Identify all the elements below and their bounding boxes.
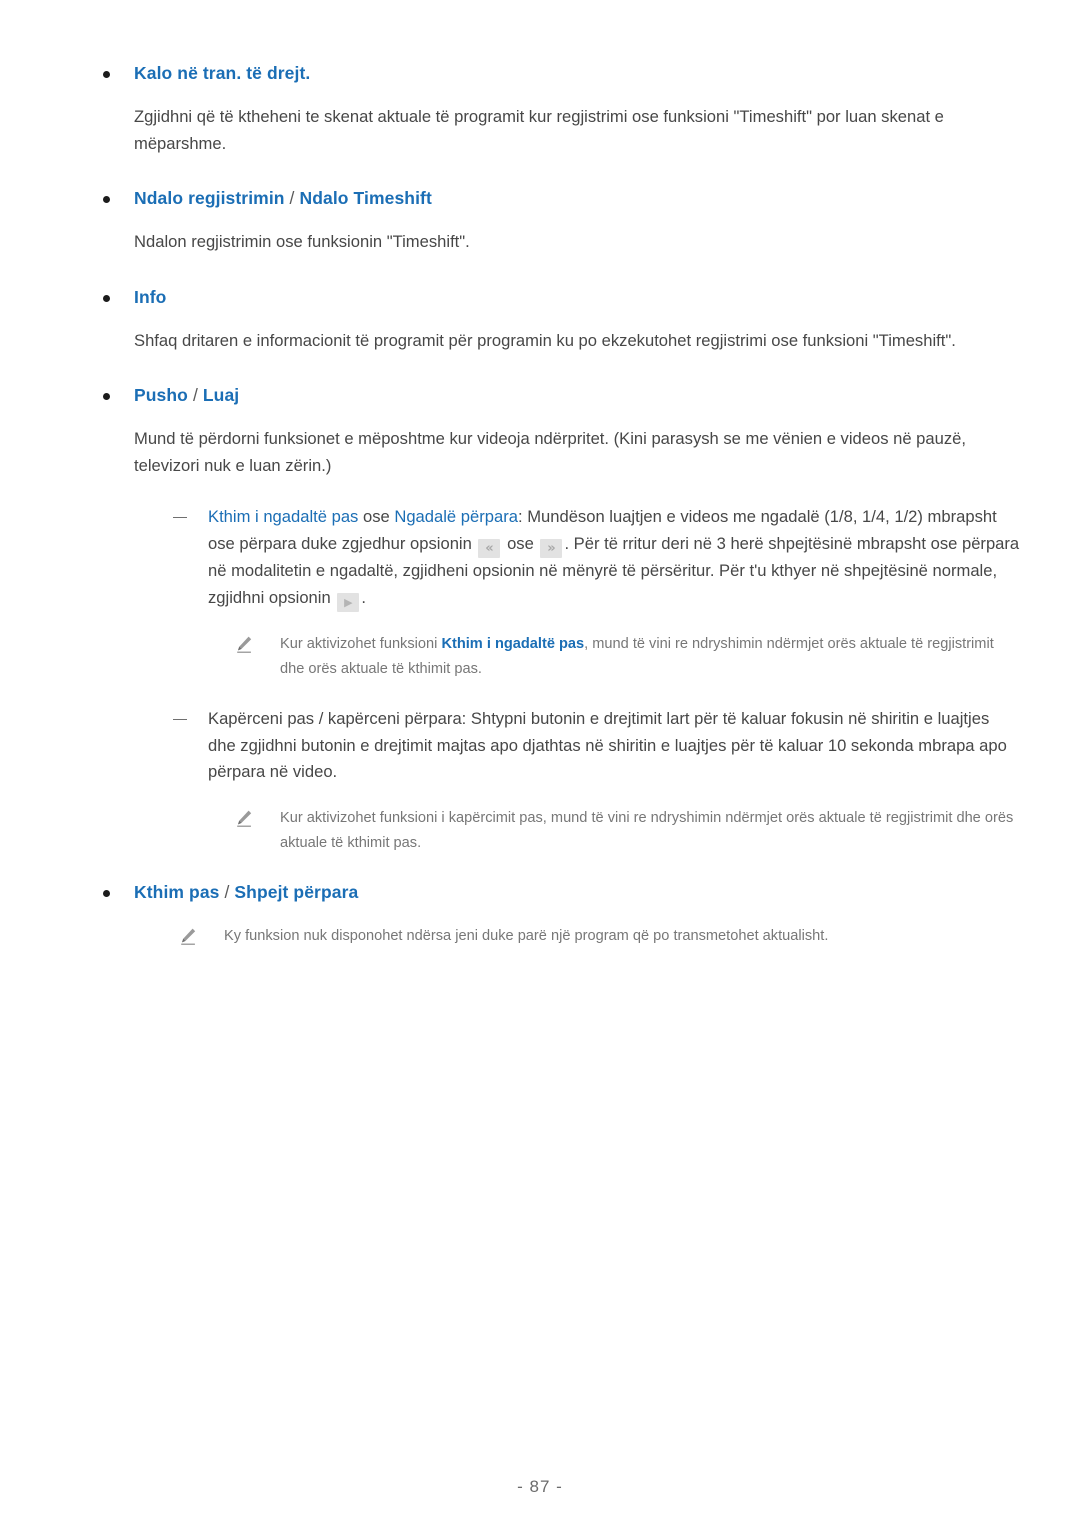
note-slow-motion: Kur aktivizohet funksioni Kthim i ngadal… bbox=[226, 632, 1020, 682]
heading-label-b: Luaj bbox=[202, 385, 240, 406]
note-skip: Kur aktivizohet funksioni i kapërcimit p… bbox=[226, 806, 1020, 856]
bullet-heading-ndalo: Ndalo regjistrimin / Ndalo Timeshift bbox=[96, 187, 1020, 211]
paragraph-kalo: Zgjidhni që të ktheheni te skenat aktual… bbox=[134, 106, 944, 153]
play-icon: ▶ bbox=[337, 592, 360, 612]
pencil-icon bbox=[234, 808, 254, 828]
bullet-heading-pusho-luaj: Pusho / Luaj bbox=[96, 384, 1020, 408]
paragraph-ndalo: Ndalon regjistrimin ose funksionin "Time… bbox=[134, 232, 470, 251]
heading-label-a: Kthim pas bbox=[134, 881, 220, 902]
heading-label-b: Shpejt përpara bbox=[234, 881, 359, 902]
heading-label-a: Ndalo regjistrimin bbox=[134, 188, 285, 209]
sub-text-4: . bbox=[361, 587, 366, 607]
term-ngadale-perpara: Ngadalë përpara bbox=[394, 506, 518, 526]
document-page: Kalo në tran. të drejt. Zgjidhni që të k… bbox=[0, 0, 1080, 1527]
bullet-heading-kalo: Kalo në tran. të drejt. bbox=[96, 62, 1020, 86]
pencil-icon bbox=[178, 926, 198, 946]
page-content: Kalo në tran. të drejt. Zgjidhni që të k… bbox=[60, 62, 1020, 949]
note-emphasis: Kthim i ngadaltë pas bbox=[441, 635, 585, 652]
note-text: Kur aktivizohet funksioni i kapërcimit p… bbox=[280, 810, 1014, 852]
heading-label: Info bbox=[134, 286, 167, 307]
fast-forward-icon: » bbox=[540, 538, 563, 558]
sub-bullet-skip: Kapërceni pas / kapërceni përpara: Shtyp… bbox=[170, 706, 1020, 787]
heading-separator: / bbox=[187, 385, 203, 406]
note-text-pre: Kur aktivizohet funksioni bbox=[280, 635, 442, 652]
bullet-heading-info: Info bbox=[96, 286, 1020, 310]
heading-label-b: Ndalo Timeshift bbox=[299, 188, 432, 209]
sub-bullet-slow-motion: Kthim i ngadaltë pas ose Ngadalë përpara… bbox=[170, 504, 1020, 612]
heading-separator: / bbox=[284, 188, 300, 209]
pencil-icon bbox=[234, 634, 254, 654]
note-not-available: Ky funksion nuk disponohet ndërsa jeni d… bbox=[170, 924, 1020, 949]
note-text: Ky funksion nuk disponohet ndërsa jeni d… bbox=[224, 928, 829, 945]
page-number: - 87 - bbox=[517, 1477, 563, 1496]
term-kthim-i-ngadalte-pas: Kthim i ngadaltë pas bbox=[208, 506, 359, 526]
heading-label: Kalo në tran. të drejt. bbox=[134, 63, 311, 83]
paragraph-info: Shfaq dritaren e informacionit të progra… bbox=[134, 330, 956, 350]
paragraph-pusho-luaj: Mund të përdorni funksionet e mëposhtme … bbox=[134, 429, 966, 475]
rewind-icon: « bbox=[478, 538, 501, 558]
sub-text-2: ose bbox=[502, 533, 539, 553]
sub-text-mid: ose bbox=[358, 506, 395, 526]
heading-label-a: Pusho bbox=[134, 385, 188, 406]
heading-separator: / bbox=[219, 881, 235, 902]
bullet-heading-kthim-shpejt: Kthim pas / Shpejt përpara bbox=[96, 881, 1020, 905]
